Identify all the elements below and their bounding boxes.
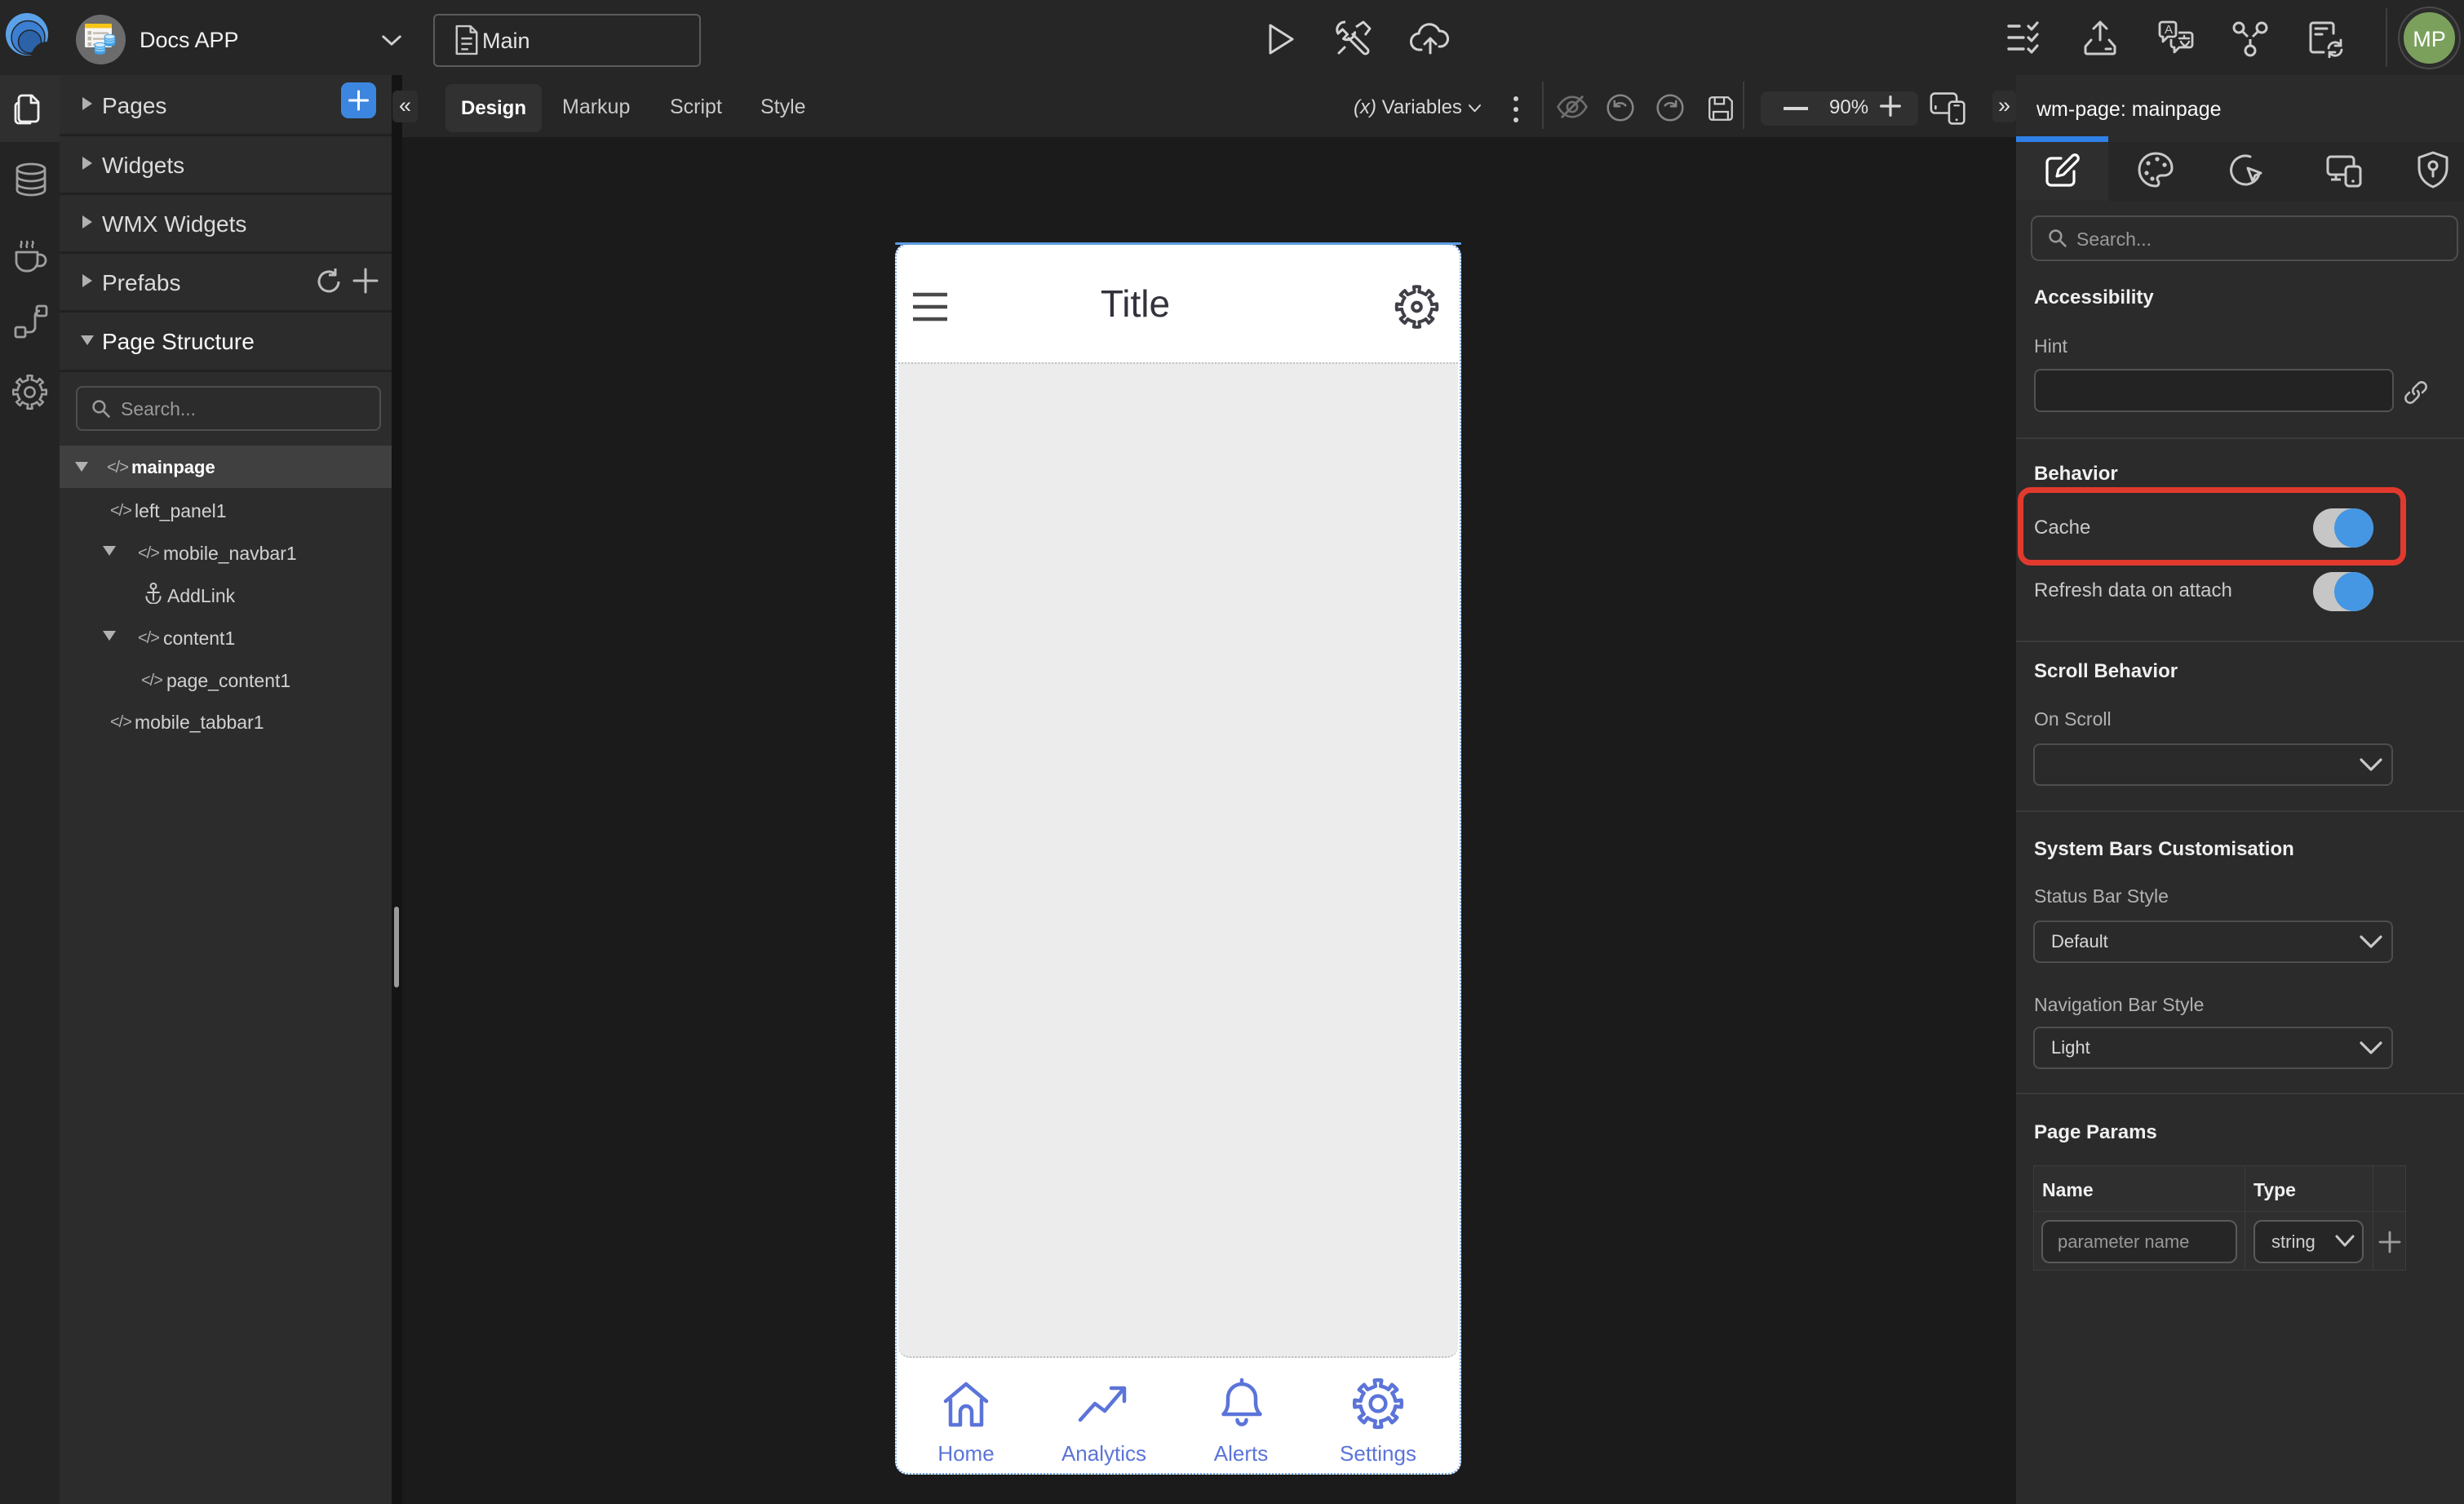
svg-text:A: A	[2165, 23, 2173, 37]
